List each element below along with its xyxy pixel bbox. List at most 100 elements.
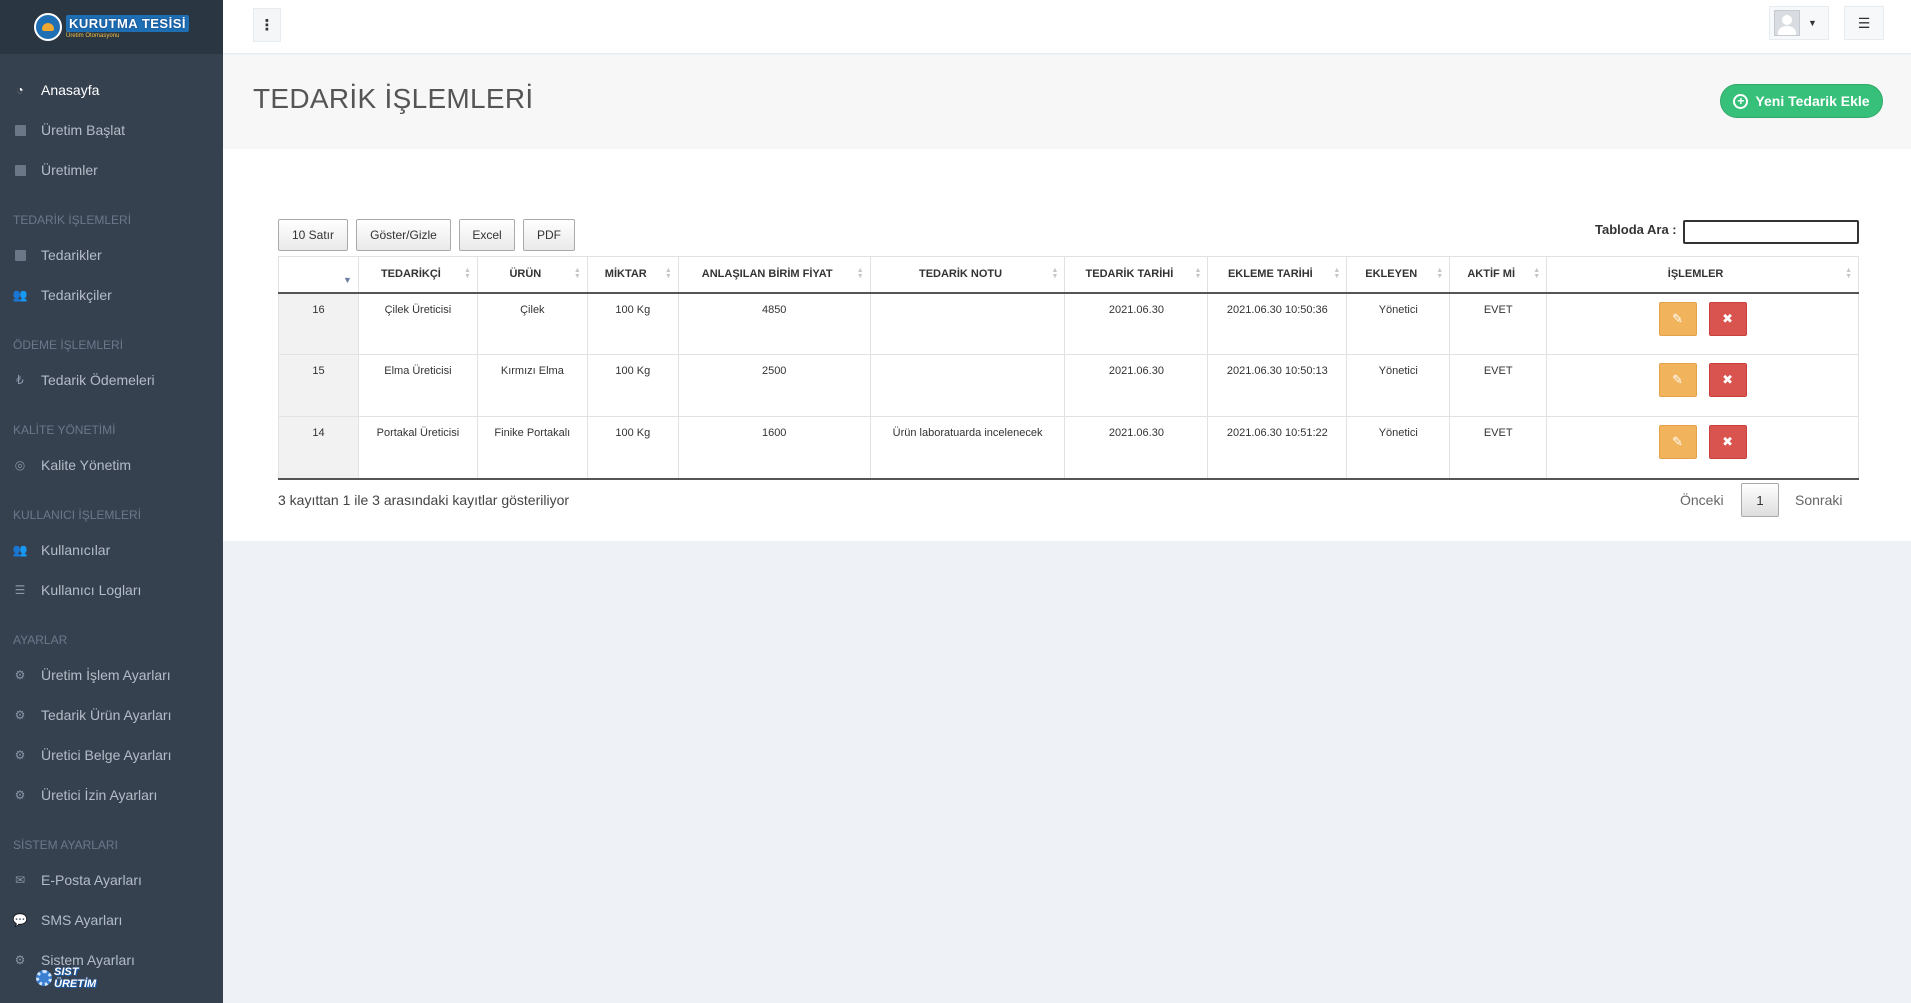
table-cell: Yönetici xyxy=(1346,354,1451,417)
close-icon: ✖ xyxy=(1722,310,1734,326)
table-cell: 4850 xyxy=(678,292,871,355)
column-header-label: EKLEYEN xyxy=(1365,268,1418,281)
sidebar-item[interactable]: ⚙ Üretici Belge Ayarları xyxy=(0,735,223,775)
column-header-label: MİKTAR xyxy=(604,268,647,281)
column-header[interactable]: TEDARİK TARİHİ ▲ ▼ xyxy=(1064,256,1209,294)
gear-icon xyxy=(36,970,52,986)
sidebar-item[interactable]: ⚙ Üretim İşlem Ayarları xyxy=(0,655,223,695)
settings-circle-icon: ◎ xyxy=(14,458,26,472)
export-pdf-button[interactable]: PDF xyxy=(523,219,575,251)
sidebar-item[interactable]: ✉ E-Posta Ayarları xyxy=(0,860,223,900)
column-header[interactable]: İŞLEMLER ▲ ▼ xyxy=(1546,256,1859,294)
column-header[interactable]: ÜRÜN ▲ ▼ xyxy=(477,256,588,294)
close-icon: ✖ xyxy=(1722,434,1734,449)
delete-button[interactable]: ✖ xyxy=(1708,301,1747,336)
sidebar-item[interactable]: Tedarikler xyxy=(0,235,223,275)
logo-subtitle: Üretim Otomasyonu xyxy=(65,33,120,39)
gears-icon: ⚙ xyxy=(14,788,26,802)
table-cell: 2021.06.30 10:50:13 xyxy=(1207,354,1348,417)
users-icon: 👥 xyxy=(12,543,28,557)
sidebar-item-label: E-Posta Ayarları xyxy=(41,872,142,888)
delete-button[interactable]: ✖ xyxy=(1708,425,1747,459)
quick-sidebar-button[interactable]: ☰ xyxy=(1844,6,1884,40)
gears-icon: ⚙ xyxy=(14,708,26,722)
sidebar-item[interactable]: 👥 Kullanıcılar xyxy=(0,530,223,570)
sort-icon: ▲ ▼ xyxy=(1436,267,1444,280)
column-header[interactable]: EKLEYEN ▲ ▼ xyxy=(1346,256,1451,294)
user-menu-button[interactable]: ▼ xyxy=(1769,6,1829,40)
list-icon: ☰ xyxy=(1857,14,1871,31)
pagination-next[interactable]: Sonraki xyxy=(1795,492,1842,508)
sidebar-item[interactable]: 💬 SMS Ayarları xyxy=(0,900,223,940)
table-cell: Elma Üreticisi xyxy=(358,354,478,417)
actions-cell: ✎ ✖ xyxy=(1546,354,1859,417)
footer-logo-line1: SIST xyxy=(54,966,79,978)
sidebar-item[interactable]: ◔ Anasayfa xyxy=(0,70,223,110)
sidebar-heading: SİSTEM AYARLARI xyxy=(13,838,118,852)
sidebar-menu: ◔ Anasayfa Üretim Başlat Üretimler TEDARİK İ… xyxy=(0,54,223,980)
sidebar-item-label: Üretici Belge Ayarları xyxy=(41,747,172,763)
sort-icon: ▲ ▼ xyxy=(1194,267,1202,280)
edit-button[interactable]: ✎ xyxy=(1658,363,1697,397)
sidebar-item[interactable]: ⚙ Tedarik Ürün Ayarları xyxy=(0,695,223,735)
column-header-label: TEDARİK TARİHİ xyxy=(1085,268,1174,281)
page-header: TEDARİK İŞLEMLERİ + Yeni Tedarik Ekle xyxy=(223,55,1911,149)
pagination-page-1[interactable]: 1 xyxy=(1741,483,1779,517)
table-cell: 2021.06.30 xyxy=(1064,292,1209,355)
edit-button[interactable]: ✎ xyxy=(1658,301,1697,336)
column-header[interactable]: TEDARİK NOTU ▲ ▼ xyxy=(870,256,1066,294)
delete-button[interactable]: ✖ xyxy=(1708,363,1747,397)
table-cell: 2021.06.30 xyxy=(1064,416,1209,480)
sidebar-item[interactable]: ₺ Tedarik Ödemeleri xyxy=(0,360,223,400)
table-cell: Ürün laboratuarda incelenecek xyxy=(870,416,1066,480)
sort-desc-icon: ▼ xyxy=(343,275,352,285)
column-header[interactable]: AKTİF Mİ ▲ ▼ xyxy=(1449,256,1548,294)
brand-logo[interactable]: KURUTMA TESİSİ Üretim Otomasyonu xyxy=(33,13,190,41)
money-icon: ₺ xyxy=(16,373,24,387)
edit-button[interactable]: ✎ xyxy=(1658,425,1697,459)
sidebar-item[interactable]: ☰ Kullanıcı Logları xyxy=(0,570,223,610)
pagination-previous[interactable]: Önceki xyxy=(1680,492,1724,508)
export-excel-button[interactable]: Excel xyxy=(459,219,515,251)
table-cell: Kırmızı Elma xyxy=(477,354,588,417)
chat-icon: 💬 xyxy=(12,913,28,927)
column-header[interactable]: ▼ xyxy=(278,256,359,294)
sort-icon: ▲ ▼ xyxy=(664,267,672,280)
sidebar-item-label: Üretimler xyxy=(41,162,98,178)
table-cell xyxy=(870,292,1066,355)
table-search-input[interactable] xyxy=(1683,220,1859,244)
supply-table: ▼ TEDARİKÇİ ▲ ▼ ÜRÜN ▲ ▼ MİKTAR ▲ ▼ ANLAŞILAN BİRİ… xyxy=(278,256,1859,480)
column-header[interactable]: TEDARİKÇİ ▲ ▼ xyxy=(358,256,478,294)
actions-cell: ✎ ✖ xyxy=(1546,292,1859,355)
column-header[interactable]: EKLEME TARİHİ ▲ ▼ xyxy=(1207,256,1348,294)
sidebar-item[interactable]: 👥 Tedarikçiler xyxy=(0,275,223,315)
column-header-label: TEDARİKÇİ xyxy=(380,268,441,281)
sidebar-item[interactable]: Üretimler xyxy=(0,150,223,190)
rows-per-page-button[interactable]: 10 Satır xyxy=(278,219,348,251)
add-supply-button[interactable]: + Yeni Tedarik Ekle xyxy=(1720,84,1883,118)
column-header-label: TEDARİK NOTU xyxy=(918,268,1003,281)
sidebar-item[interactable]: ⚙ Sistem Ayarları xyxy=(0,940,223,980)
column-header[interactable]: ANLAŞILAN BİRİM FİYAT ▲ ▼ xyxy=(678,256,871,294)
sidebar-toggle-button[interactable]: ⋮ xyxy=(253,8,281,42)
table-cell: Çilek xyxy=(477,292,588,355)
sidebar-heading: KULLANICI İŞLEMLERİ xyxy=(13,508,142,522)
sidebar-item-label: Tedarik Ödemeleri xyxy=(41,372,155,388)
column-header[interactable]: MİKTAR ▲ ▼ xyxy=(587,256,679,294)
table-cell: 100 Kg xyxy=(587,416,679,480)
list-icon: ☰ xyxy=(14,583,26,597)
table-cell: EVET xyxy=(1449,416,1548,480)
sidebar-item-label: Kullanıcılar xyxy=(41,542,111,558)
column-visibility-button[interactable]: Göster/Gizle xyxy=(356,219,451,251)
column-header-label: İŞLEMLER xyxy=(1667,268,1724,281)
sidebar-item-label: Üretim İşlem Ayarları xyxy=(41,667,171,683)
table-cell: 2021.06.30 10:50:36 xyxy=(1207,292,1348,355)
table-cell: 2021.06.30 10:51:22 xyxy=(1207,416,1348,480)
sidebar-item[interactable]: ◎ Kalite Yönetim xyxy=(0,445,223,485)
sidebar-heading: KALİTE YÖNETİMİ xyxy=(13,423,116,437)
sidebar-item[interactable]: ⚙ Üretici İzin Ayarları xyxy=(0,775,223,815)
actions-cell: ✎ ✖ xyxy=(1546,416,1859,480)
table-cell: 14 xyxy=(278,416,359,480)
sidebar-item[interactable]: Üretim Başlat xyxy=(0,110,223,150)
logo-emblem-icon xyxy=(33,13,62,41)
